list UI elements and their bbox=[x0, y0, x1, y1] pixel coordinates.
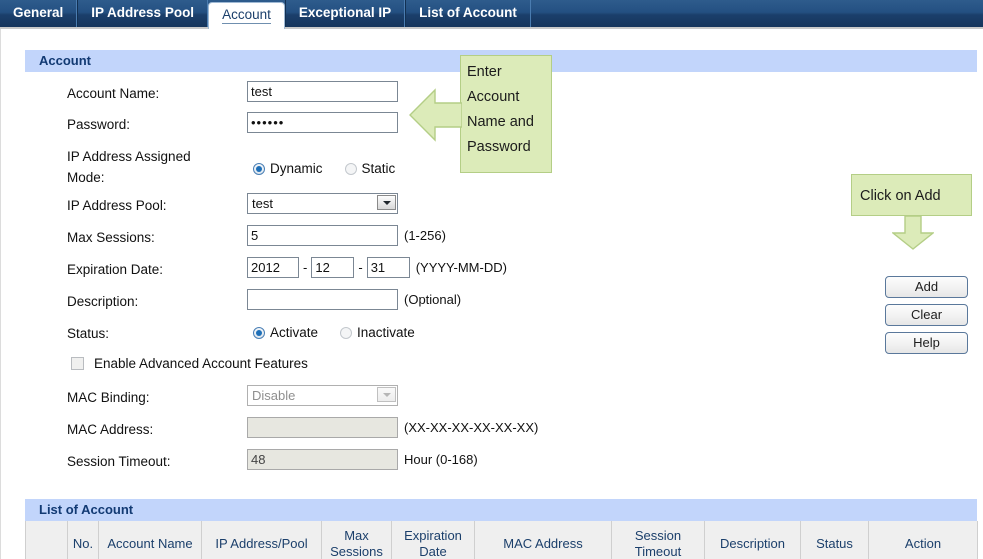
app-window: General IP Address Pool Account Exceptio… bbox=[0, 0, 983, 559]
ip-mode-radio-dynamic[interactable] bbox=[253, 163, 265, 175]
expiration-month-input[interactable] bbox=[311, 257, 354, 278]
account-name-input[interactable] bbox=[247, 81, 398, 102]
account-table: No. Account Name IP Address/Pool Max Ses… bbox=[25, 521, 978, 559]
mac-address-hint: (XX-XX-XX-XX-XX-XX) bbox=[404, 420, 538, 435]
description-label: Description: bbox=[67, 292, 138, 311]
form-row-mac-binding: MAC Binding: Disable bbox=[1, 385, 983, 417]
max-sessions-label: Max Sessions: bbox=[67, 228, 155, 247]
table-header-no[interactable]: No. bbox=[68, 521, 99, 559]
tab-bar: General IP Address Pool Account Exceptio… bbox=[0, 0, 983, 29]
form-row-max-sessions: Max Sessions: (1-256) bbox=[1, 225, 983, 257]
table-header-mac-address[interactable]: MAC Address bbox=[475, 521, 612, 559]
ip-pool-label: IP Address Pool: bbox=[67, 196, 167, 215]
status-radio-inactivate[interactable] bbox=[340, 327, 352, 339]
tab-general-label: General bbox=[13, 5, 63, 20]
form-row-description: Description: (Optional) bbox=[1, 289, 983, 321]
expiration-date-label: Expiration Date: bbox=[67, 260, 163, 279]
table-header-account-name[interactable]: Account Name bbox=[99, 521, 202, 559]
arrow-left-icon bbox=[409, 84, 462, 146]
ip-pool-select-value: test bbox=[252, 194, 397, 214]
tab-list-of-account[interactable]: List of Account bbox=[405, 0, 531, 27]
tab-ip-address-pool-label: IP Address Pool bbox=[91, 5, 194, 20]
max-sessions-input[interactable] bbox=[247, 225, 398, 246]
advanced-features-label: Enable Advanced Account Features bbox=[94, 356, 308, 371]
mac-address-label: MAC Address: bbox=[67, 420, 153, 439]
mac-address-input[interactable] bbox=[247, 417, 398, 438]
callout-click-add: Click on Add bbox=[851, 174, 972, 216]
date-separator-2: - bbox=[358, 260, 362, 275]
table-header-session-timeout[interactable]: Session Timeout bbox=[612, 521, 705, 559]
form-row-ip-pool: IP Address Pool: test bbox=[1, 193, 983, 225]
table-header-ip-address-pool[interactable]: IP Address/Pool bbox=[202, 521, 322, 559]
expiration-date-hint: (YYYY-MM-DD) bbox=[416, 260, 507, 275]
ip-mode-radio-static[interactable] bbox=[345, 163, 357, 175]
advanced-features-checkbox[interactable] bbox=[71, 357, 84, 370]
tab-account-label: Account bbox=[222, 7, 271, 24]
clear-button[interactable]: Clear bbox=[885, 304, 968, 326]
status-label: Status: bbox=[67, 324, 109, 343]
chevron-down-icon bbox=[377, 195, 396, 210]
password-input[interactable] bbox=[247, 112, 398, 133]
status-label-activate: Activate bbox=[270, 325, 318, 340]
arrow-down-icon bbox=[892, 216, 934, 250]
tab-ip-address-pool[interactable]: IP Address Pool bbox=[77, 0, 208, 27]
add-button[interactable]: Add bbox=[885, 276, 968, 298]
tab-account[interactable]: Account bbox=[208, 2, 285, 29]
account-name-label: Account Name: bbox=[67, 84, 159, 103]
password-label: Password: bbox=[67, 115, 130, 134]
ip-mode-label-static: Static bbox=[362, 161, 396, 176]
mac-binding-select[interactable]: Disable bbox=[247, 385, 398, 406]
callout-enter-credentials-text: Enter Account Name and Password bbox=[467, 64, 534, 155]
ip-pool-select[interactable]: test bbox=[247, 193, 398, 214]
section-header-list-of-account: List of Account bbox=[25, 499, 977, 521]
help-button[interactable]: Help bbox=[885, 332, 968, 354]
mac-binding-label: MAC Binding: bbox=[67, 388, 150, 407]
description-input[interactable] bbox=[247, 289, 398, 310]
table-header-action[interactable]: Action bbox=[869, 521, 978, 559]
chevron-down-icon bbox=[377, 387, 396, 402]
tab-exceptional-ip-label: Exceptional IP bbox=[299, 5, 391, 20]
tab-general[interactable]: General bbox=[0, 0, 77, 27]
session-timeout-hint: Hour (0-168) bbox=[404, 452, 478, 467]
tab-list-of-account-label: List of Account bbox=[419, 5, 517, 20]
callout-click-add-text: Click on Add bbox=[860, 188, 941, 204]
session-timeout-input[interactable] bbox=[247, 449, 398, 470]
table-header-select bbox=[26, 521, 68, 559]
form-row-expiration-date: Expiration Date: - - (YYYY-MM-DD) bbox=[1, 257, 983, 289]
session-timeout-label: Session Timeout: bbox=[67, 452, 171, 471]
form-row-status: Status: Activate Inactivate bbox=[1, 321, 983, 353]
table-header-expiration-date[interactable]: Expiration Date bbox=[392, 521, 475, 559]
table-header-description[interactable]: Description bbox=[705, 521, 801, 559]
form-row-mac-address: MAC Address: (XX-XX-XX-XX-XX-XX) bbox=[1, 417, 983, 449]
mac-binding-select-value: Disable bbox=[252, 386, 397, 406]
status-label-inactivate: Inactivate bbox=[357, 325, 415, 340]
date-separator-1: - bbox=[303, 260, 307, 275]
table-header-status[interactable]: Status bbox=[801, 521, 869, 559]
form-row-advanced: Enable Advanced Account Features bbox=[1, 353, 983, 385]
description-hint: (Optional) bbox=[404, 292, 461, 307]
max-sessions-hint: (1-256) bbox=[404, 228, 446, 243]
ip-mode-label: IP Address Assigned Mode: bbox=[67, 146, 217, 188]
tab-exceptional-ip[interactable]: Exceptional IP bbox=[285, 0, 405, 27]
callout-enter-credentials: Enter Account Name and Password bbox=[460, 55, 552, 173]
form-row-session-timeout: Session Timeout: Hour (0-168) bbox=[1, 449, 983, 481]
expiration-year-input[interactable] bbox=[247, 257, 299, 278]
status-radio-activate[interactable] bbox=[253, 327, 265, 339]
ip-mode-label-dynamic: Dynamic bbox=[270, 161, 323, 176]
table-header-max-sessions[interactable]: Max Sessions bbox=[322, 521, 392, 559]
table-header-row: No. Account Name IP Address/Pool Max Ses… bbox=[26, 521, 978, 559]
expiration-day-input[interactable] bbox=[367, 257, 410, 278]
button-group: Add Clear Help bbox=[885, 276, 968, 360]
